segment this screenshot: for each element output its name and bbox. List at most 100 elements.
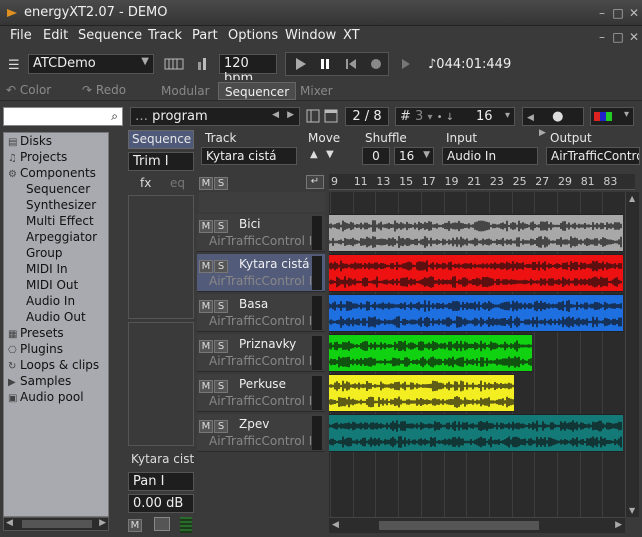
browser-item[interactable]: ▦ Presets [8, 326, 64, 340]
pause-icon[interactable] [318, 57, 332, 71]
browser-item[interactable]: ♫ Projects [8, 150, 67, 164]
next-icon[interactable]: ▶ [539, 128, 546, 138]
prev-icon[interactable]: ◀ [527, 113, 534, 123]
h-scroll-thumb[interactable] [379, 521, 539, 530]
solo-button[interactable]: S [214, 340, 228, 353]
menu-edit[interactable]: Edit [43, 28, 68, 43]
list-menu-icon[interactable]: ☰ [8, 58, 20, 73]
scroll-right-icon[interactable]: ▶ [99, 518, 106, 528]
browser-scrollbar[interactable]: ◀ ▶ [3, 517, 109, 531]
audio-clip[interactable] [329, 414, 623, 452]
tempo-field[interactable]: 120 bpm [219, 54, 277, 86]
eq-button[interactable]: eq [170, 176, 185, 190]
window-icon[interactable] [324, 109, 338, 123]
browser-item[interactable]: MIDI In [8, 262, 68, 276]
browser-item[interactable]: ▣ Audio pool [8, 390, 84, 404]
return-icon[interactable]: ↵ [306, 175, 324, 189]
audio-clip[interactable] [329, 214, 623, 252]
audio-clip[interactable] [329, 254, 623, 292]
scroll-left-icon[interactable]: ◀ [332, 520, 339, 530]
mute-button[interactable]: M [199, 380, 213, 393]
child-minimize-icon[interactable]: – [595, 30, 609, 44]
sequence-tab[interactable]: Sequence [128, 130, 194, 149]
volume-field[interactable]: 0.00 dB [128, 494, 194, 513]
shuffle-div-select[interactable]: 16 ▼ [394, 147, 434, 165]
audio-clip[interactable] [329, 294, 623, 332]
mute-button[interactable]: M [199, 260, 213, 273]
minimize-icon[interactable]: – [595, 6, 609, 20]
mute-all-button[interactable]: M [199, 177, 213, 190]
browser-item[interactable]: Audio Out [8, 310, 86, 324]
solo-button[interactable]: S [214, 260, 228, 273]
horizontal-scrollbar[interactable]: ◀ ▶ [329, 517, 625, 533]
pan-field[interactable]: Pan I [128, 472, 194, 491]
browser-search-input[interactable]: ⌕ [3, 107, 123, 126]
redo-button[interactable]: ↷ Redo [82, 83, 126, 97]
tab-mixer[interactable]: Mixer [294, 82, 339, 100]
input-field[interactable]: Audio In [442, 147, 538, 165]
solo-button[interactable]: S [214, 300, 228, 313]
solo-button[interactable]: S [214, 380, 228, 393]
browser-item[interactable]: ▤ Disks [8, 134, 52, 148]
output-field[interactable]: AirTrafficContro [546, 147, 640, 165]
shuffle-field[interactable]: 0 [362, 147, 390, 165]
color-picker[interactable]: ▾ [590, 107, 634, 126]
play-icon[interactable] [294, 57, 308, 71]
browser-item[interactable]: Multi Effect [8, 214, 94, 228]
child-close-icon[interactable]: ✕ [627, 30, 641, 44]
tab-modular[interactable]: Modular [155, 82, 216, 100]
mute-button[interactable]: M [199, 220, 213, 233]
layout-icon[interactable] [306, 109, 320, 123]
list-icon[interactable] [154, 517, 170, 531]
trim-field[interactable]: Trim I [128, 152, 194, 171]
menu-sequence[interactable]: Sequence [78, 28, 142, 43]
track-header[interactable]: M S Perkuse AirTrafficControl In [197, 374, 325, 412]
track-name-field[interactable]: Kytara cistá [201, 147, 297, 165]
scroll-thumb[interactable] [22, 520, 92, 528]
track-header[interactable]: M S Kytara cistá AirTrafficControl In [197, 254, 325, 292]
metronome-icon[interactable] [196, 56, 210, 72]
page-counter[interactable]: 2 / 8 [345, 107, 389, 126]
mute-button[interactable]: M [199, 420, 213, 433]
browser-item[interactable]: ⎔ Plugins [8, 342, 63, 356]
grid-controls[interactable]: # 3 ▾ • ↓ 16 ▾ [395, 107, 515, 126]
navigate-controls[interactable]: ◀ ● ▶ [522, 107, 584, 138]
fx-slot-2[interactable] [128, 322, 194, 446]
browser-item[interactable]: ▶ Samples [8, 374, 71, 388]
menu-xt[interactable]: XT [343, 28, 360, 43]
menu-part[interactable]: Part [192, 28, 218, 43]
fx-button[interactable]: fx [140, 176, 151, 190]
browser-item[interactable]: Group [8, 246, 63, 260]
next-program-icon[interactable]: ▶ [287, 110, 294, 120]
audio-clip[interactable] [329, 374, 514, 412]
close-icon[interactable]: ✕ [627, 6, 641, 20]
child-maximize-icon[interactable]: □ [611, 30, 625, 44]
fx-slot-1[interactable] [128, 195, 194, 319]
menu-window[interactable]: Window [285, 28, 336, 43]
mute-button[interactable]: M [199, 300, 213, 313]
prev-program-icon[interactable]: ◀ [272, 110, 279, 120]
menu-file[interactable]: File [10, 28, 32, 43]
position-display[interactable]: ♪044:01:449 [428, 57, 511, 72]
menu-track[interactable]: Track [148, 28, 182, 43]
browser-item[interactable]: Audio In [8, 294, 75, 308]
browser-item[interactable]: Sequencer [8, 182, 90, 196]
track-header[interactable]: M S Zpev AirTrafficControl In [197, 414, 325, 452]
browser-item[interactable]: ⚙ Components [8, 166, 96, 180]
track-header[interactable]: M S Bici AirTrafficControl In [197, 214, 325, 252]
vertical-scrollbar[interactable]: ▲ ▼ [625, 192, 639, 517]
move-down-icon[interactable]: ▼ [326, 149, 334, 160]
project-select[interactable]: ATCDemo ▼ [28, 54, 154, 74]
scroll-left-icon[interactable]: ◀ [6, 518, 13, 528]
record-icon[interactable] [369, 57, 383, 71]
browser-item[interactable]: Synthesizer [8, 198, 96, 212]
mute-button[interactable]: M [199, 340, 213, 353]
solo-button[interactable]: S [214, 420, 228, 433]
scroll-right-icon[interactable]: ▶ [615, 520, 622, 530]
audio-clip[interactable] [329, 334, 532, 372]
keyboard-icon[interactable] [164, 56, 184, 72]
browser-item[interactable]: ↻ Loops & clips [8, 358, 99, 372]
browser-item[interactable]: Arpeggiator [8, 230, 97, 244]
play-selection-icon[interactable] [399, 57, 413, 71]
maximize-icon[interactable]: □ [611, 6, 625, 20]
